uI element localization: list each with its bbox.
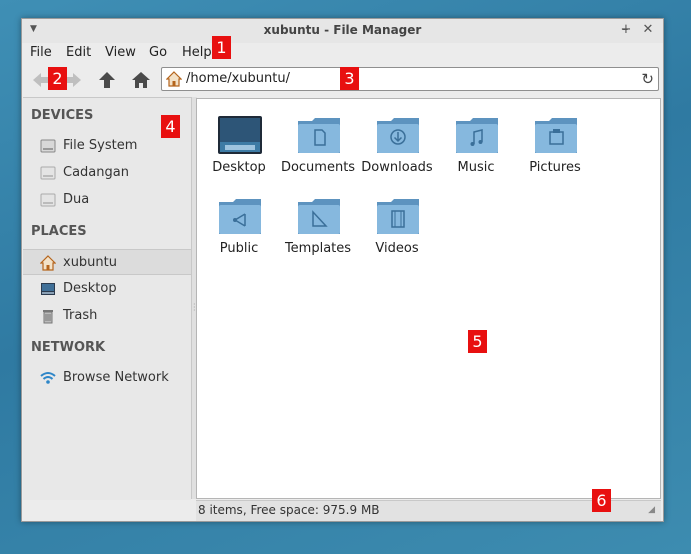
- drive-icon: [40, 139, 56, 153]
- network-wifi-icon: [40, 372, 56, 384]
- sidebar-item-cadangan[interactable]: Cadangan: [23, 160, 191, 186]
- file-name: Pictures: [529, 160, 581, 175]
- file-item-desktop[interactable]: Desktop: [200, 115, 278, 187]
- annotation-badge-5: 5: [468, 330, 487, 353]
- home-icon: [132, 72, 150, 88]
- documents-folder-icon: [298, 118, 340, 153]
- file-item-documents[interactable]: Documents: [279, 115, 357, 187]
- menu-file[interactable]: File: [30, 45, 52, 60]
- file-name: Templates: [284, 241, 352, 256]
- drive-icon: [40, 166, 56, 180]
- sidebar-item-trash[interactable]: Trash: [23, 303, 191, 329]
- file-item-videos[interactable]: Videos: [358, 196, 436, 268]
- location-bar[interactable]: /home/xubuntu/ ↻: [161, 67, 659, 91]
- sidebar-item-xubuntu[interactable]: xubuntu: [23, 249, 191, 275]
- file-view[interactable]: Desktop Documents Downloads Music Pictur…: [196, 98, 661, 499]
- sidebar-item-label: Cadangan: [63, 165, 129, 180]
- window-title: xubuntu - File Manager: [263, 23, 422, 37]
- annotation-badge-6: 6: [592, 489, 611, 512]
- file-item-downloads[interactable]: Downloads: [358, 115, 436, 187]
- reload-icon[interactable]: ↻: [641, 70, 654, 88]
- menu-help[interactable]: Help: [182, 45, 212, 60]
- public-folder-icon: [219, 199, 261, 234]
- file-name: Music: [457, 160, 495, 175]
- annotation-badge-2: 2: [48, 67, 67, 90]
- sidebar-item-desktop[interactable]: Desktop: [23, 276, 191, 302]
- annotation-badge-4: 4: [161, 115, 180, 138]
- sidebar-item-label: Browse Network: [63, 370, 169, 385]
- sidebar-item-label: Dua: [63, 192, 90, 207]
- file-item-public[interactable]: Public: [200, 196, 278, 268]
- downloads-folder-icon: [377, 118, 419, 153]
- home-folder-icon: [40, 255, 56, 271]
- close-button[interactable]: ✕: [641, 22, 655, 37]
- home-folder-icon: [165, 71, 183, 91]
- up-button[interactable]: [94, 67, 120, 93]
- file-name: Downloads: [361, 160, 433, 175]
- up-arrow-icon: [99, 72, 115, 88]
- home-button[interactable]: [128, 67, 154, 93]
- status-text: 8 items, Free space: 975.9 MB: [198, 503, 380, 517]
- file-item-templates[interactable]: Templates: [279, 196, 357, 268]
- file-name: Videos: [375, 241, 419, 256]
- file-item-pictures[interactable]: Pictures: [516, 115, 594, 187]
- resize-grip-icon[interactable]: ◢: [648, 505, 655, 515]
- maximize-button[interactable]: +: [619, 22, 633, 37]
- sidebar-item-label: File System: [63, 138, 138, 153]
- location-path[interactable]: /home/xubuntu/: [186, 71, 290, 86]
- drive-icon: [40, 193, 56, 207]
- file-name: Public: [219, 241, 259, 256]
- devices-heading: DEVICES: [31, 108, 94, 123]
- music-folder-icon: [456, 118, 498, 153]
- trash-icon: [43, 310, 53, 324]
- pictures-folder-icon: [535, 118, 577, 153]
- sidebar-item-dua[interactable]: Dua: [23, 187, 191, 213]
- file-manager-window: ▼ xubuntu - File Manager – + ✕ File Edit…: [21, 18, 664, 522]
- menu-go[interactable]: Go: [149, 45, 167, 60]
- sidebar: DEVICES File System Cadangan Dua PLACES …: [23, 97, 191, 500]
- sidebar-item-browse-network[interactable]: Browse Network: [23, 365, 191, 391]
- annotation-badge-1: 1: [212, 36, 231, 59]
- sidebar-item-label: Trash: [63, 308, 98, 323]
- places-heading: PLACES: [31, 224, 87, 239]
- file-name: Documents: [280, 160, 356, 175]
- menu-edit[interactable]: Edit: [66, 45, 91, 60]
- network-heading: NETWORK: [31, 340, 106, 355]
- file-item-music[interactable]: Music: [437, 115, 515, 187]
- sidebar-item-label: Desktop: [63, 281, 117, 296]
- videos-folder-icon: [377, 199, 419, 234]
- file-name: Desktop: [212, 160, 266, 175]
- title-bar: ▼ xubuntu - File Manager – + ✕: [22, 19, 663, 43]
- menu-bar: File Edit View Go Help: [22, 43, 663, 63]
- desktop-icon: [41, 283, 55, 295]
- templates-folder-icon: [298, 199, 340, 234]
- desktop-folder-icon: [218, 116, 262, 154]
- annotation-badge-3: 3: [340, 67, 359, 90]
- menu-view[interactable]: View: [105, 45, 136, 60]
- sidebar-item-label: xubuntu: [63, 255, 117, 270]
